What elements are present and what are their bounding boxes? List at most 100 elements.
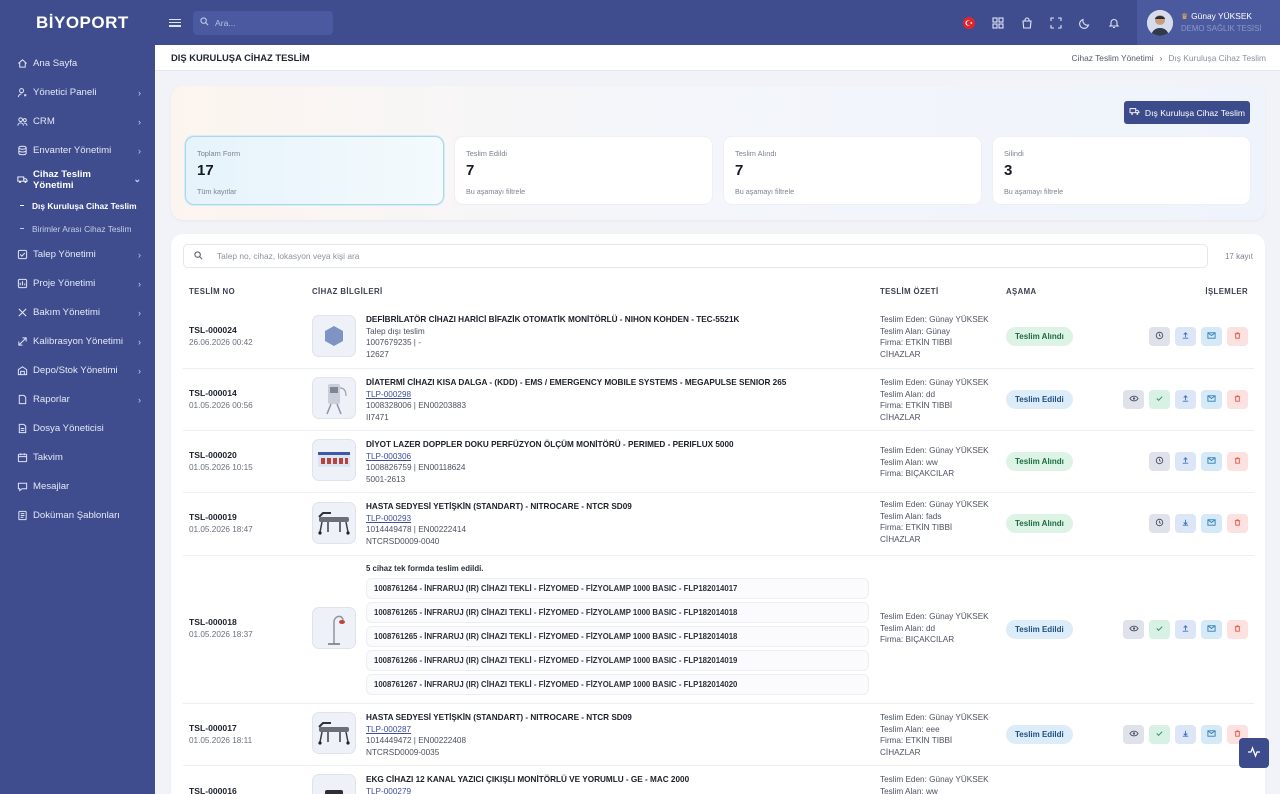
global-search-input[interactable]: Ara...: [193, 10, 333, 35]
check-icon: [1155, 394, 1164, 406]
table-row[interactable]: TSL-000017 01.05.2026 18:11 HASTA SEDYESİ…: [183, 704, 1254, 766]
upload-button[interactable]: [1175, 327, 1196, 346]
upload-button[interactable]: [1175, 620, 1196, 639]
col-header-islemler: İŞLEMLER: [1205, 287, 1248, 296]
mail-button[interactable]: [1201, 514, 1222, 533]
sidebar-item-dokuman[interactable]: Doküman Şablonları: [0, 501, 155, 530]
check-icon: [1155, 624, 1164, 636]
delete-button[interactable]: [1227, 452, 1248, 471]
new-external-delivery-button[interactable]: Dış Kuruluşa Cihaz Teslim: [1124, 101, 1250, 124]
delete-button[interactable]: [1227, 514, 1248, 533]
delete-button[interactable]: [1227, 620, 1248, 639]
confirm-button[interactable]: [1149, 390, 1170, 409]
view-button[interactable]: [1123, 725, 1144, 744]
sidebar-item-mesajlar[interactable]: Mesajlar: [0, 472, 155, 501]
dark-mode-moon-icon[interactable]: [1077, 15, 1093, 31]
sidebar-item-envanter[interactable]: Envanter Yönetimi ›: [0, 136, 155, 165]
mail-icon: [1207, 518, 1216, 530]
truck-icon: [1129, 107, 1140, 118]
apps-grid-icon[interactable]: [990, 15, 1006, 31]
trash-icon: [1233, 518, 1242, 530]
device-thumbnail: [312, 315, 356, 357]
sidebar-item-bakim[interactable]: Bakım Yönetimi ›: [0, 298, 155, 327]
sidebar-item-depo[interactable]: Depo/Stok Yönetimi ›: [0, 356, 155, 385]
mail-button[interactable]: [1201, 620, 1222, 639]
activity-pulse-button[interactable]: [1239, 738, 1269, 768]
search-icon: [194, 250, 203, 262]
stat-card-delivered[interactable]: Teslim Edildi 7 Bu aşamayı filtrele: [454, 136, 713, 205]
history-button[interactable]: [1149, 452, 1170, 471]
pulse-icon: [1247, 745, 1261, 762]
history-button[interactable]: [1149, 327, 1170, 346]
sidebar-subitem-dis-kurulusa[interactable]: Dış Kuruluşa Cihaz Teslim: [0, 194, 155, 217]
eye-icon: [1128, 394, 1139, 406]
stat-card-total[interactable]: Toplam Form 17 Tüm kayıtlar: [185, 136, 444, 205]
sidebar-subitem-birimler-arasi[interactable]: Birimler Arası Cihaz Teslim: [0, 217, 155, 240]
user-organization: DEMO SAĞLIK TESİSİ: [1181, 24, 1262, 33]
download-button[interactable]: [1175, 514, 1196, 533]
table-row[interactable]: TSL-000019 01.05.2026 18:47 HASTA SEDYESİ…: [183, 493, 1254, 556]
col-header-cihaz: CİHAZ BİLGİLERİ: [312, 287, 383, 296]
download-button[interactable]: [1175, 725, 1196, 744]
device-thumbnail: [312, 377, 356, 419]
confirm-button[interactable]: [1149, 725, 1170, 744]
mail-button[interactable]: [1201, 452, 1222, 471]
user-menu[interactable]: ♛ Günay YÜKSEK DEMO SAĞLIK TESİSİ: [1137, 0, 1280, 45]
stat-card-deleted[interactable]: Silindi 3 Bu aşamayı filtrele: [992, 136, 1251, 205]
mail-button[interactable]: [1201, 390, 1222, 409]
device-thumbnail: [312, 774, 356, 794]
table-row[interactable]: TSL-000018 01.05.2026 18:37 5 cihaz tek f…: [183, 556, 1254, 704]
stat-card-received[interactable]: Teslim Alındı 7 Bu aşamayı filtrele: [723, 136, 982, 205]
list-item[interactable]: 1008761266 - İNFRARUJ (IR) CİHAZI TEKLİ …: [366, 650, 869, 671]
upload-button[interactable]: [1175, 452, 1196, 471]
sidebar-item-takvim[interactable]: Takvim: [0, 443, 155, 472]
sidebar-item-proje[interactable]: Proje Yönetimi ›: [0, 269, 155, 298]
list-item[interactable]: 1008761264 - İNFRARUJ (IR) CİHAZI TEKLİ …: [366, 578, 869, 599]
breadcrumb-parent[interactable]: Cihaz Teslim Yönetimi: [1072, 53, 1154, 63]
history-button[interactable]: [1149, 514, 1170, 533]
mail-button[interactable]: [1201, 725, 1222, 744]
status-badge: Teslim Alındı: [1006, 514, 1073, 533]
mail-button[interactable]: [1201, 327, 1222, 346]
history-icon: [1155, 331, 1164, 343]
record-count: 17 kayıt: [1224, 252, 1253, 261]
file-icon: [17, 423, 28, 434]
sidebar-item-raporlar[interactable]: Raporlar ›: [0, 385, 155, 414]
multi-device-list: 1008761264 - İNFRARUJ (IR) CİHAZI TEKLİ …: [366, 578, 869, 698]
truck-icon: [17, 174, 28, 185]
delete-button[interactable]: [1227, 327, 1248, 346]
sidebar-item-cihaz-teslim[interactable]: Cihaz Teslim Yönetimi ⌄: [0, 165, 155, 194]
table-header: TESLİM NO CİHAZ BİLGİLERİ TESLİM ÖZETİ A…: [171, 287, 1265, 302]
col-header-teslim-no: TESLİM NO: [189, 287, 236, 296]
calendar-icon: [17, 452, 28, 463]
turkey-flag-icon[interactable]: [961, 15, 977, 31]
app-logo[interactable]: BİYOPORT: [0, 0, 155, 45]
shopping-bag-icon[interactable]: [1019, 15, 1035, 31]
list-item[interactable]: 1008761267 - İNFRARUJ (IR) CİHAZI TEKLİ …: [366, 674, 869, 695]
list-item[interactable]: 1008761265 - İNFRARUJ (IR) CİHAZI TEKLİ …: [366, 602, 869, 623]
list-item[interactable]: 1008761265 - İNFRARUJ (IR) CİHAZI TEKLİ …: [366, 626, 869, 647]
view-button[interactable]: [1123, 620, 1144, 639]
sidebar-item-crm[interactable]: CRM ›: [0, 107, 155, 136]
bullet-icon: [20, 228, 24, 229]
trash-icon: [1233, 456, 1242, 468]
sidebar-item-kalibrasyon[interactable]: Kalibrasyon Yönetimi ›: [0, 327, 155, 356]
confirm-button[interactable]: [1149, 620, 1170, 639]
upload-button[interactable]: [1175, 390, 1196, 409]
sidebar-item-yonetici-paneli[interactable]: Yönetici Paneli ›: [0, 78, 155, 107]
sidebar-item-ana-sayfa[interactable]: Ana Sayfa: [0, 49, 155, 78]
sidebar-item-dosya[interactable]: Dosya Yöneticisi: [0, 414, 155, 443]
breadcrumb: Cihaz Teslim Yönetimi › Dış Kuruluşa Cih…: [1072, 53, 1266, 63]
fullscreen-icon[interactable]: [1048, 15, 1064, 31]
table-row[interactable]: TSL-000014 01.05.2026 00:56 DİATERMİ CİHA…: [183, 369, 1254, 431]
database-icon: [17, 145, 28, 156]
view-button[interactable]: [1123, 390, 1144, 409]
delete-button[interactable]: [1227, 390, 1248, 409]
table-row[interactable]: TSL-000016 EKG CİHAZI 12 KANAL YAZICI ÇI…: [183, 766, 1254, 794]
notification-bell-icon[interactable]: [1106, 15, 1122, 31]
table-row[interactable]: TSL-000020 01.05.2026 10:15 DİYOT LAZER D…: [183, 431, 1254, 493]
sidebar-item-talep[interactable]: Talep Yönetimi ›: [0, 240, 155, 269]
table-search-input[interactable]: Talep no, cihaz, lokasyon veya kişi ara: [183, 244, 1208, 268]
hamburger-menu-icon[interactable]: [169, 17, 181, 29]
table-row[interactable]: TSL-000024 26.06.2026 00:42 DEFİBRİLATÖR …: [183, 306, 1254, 369]
